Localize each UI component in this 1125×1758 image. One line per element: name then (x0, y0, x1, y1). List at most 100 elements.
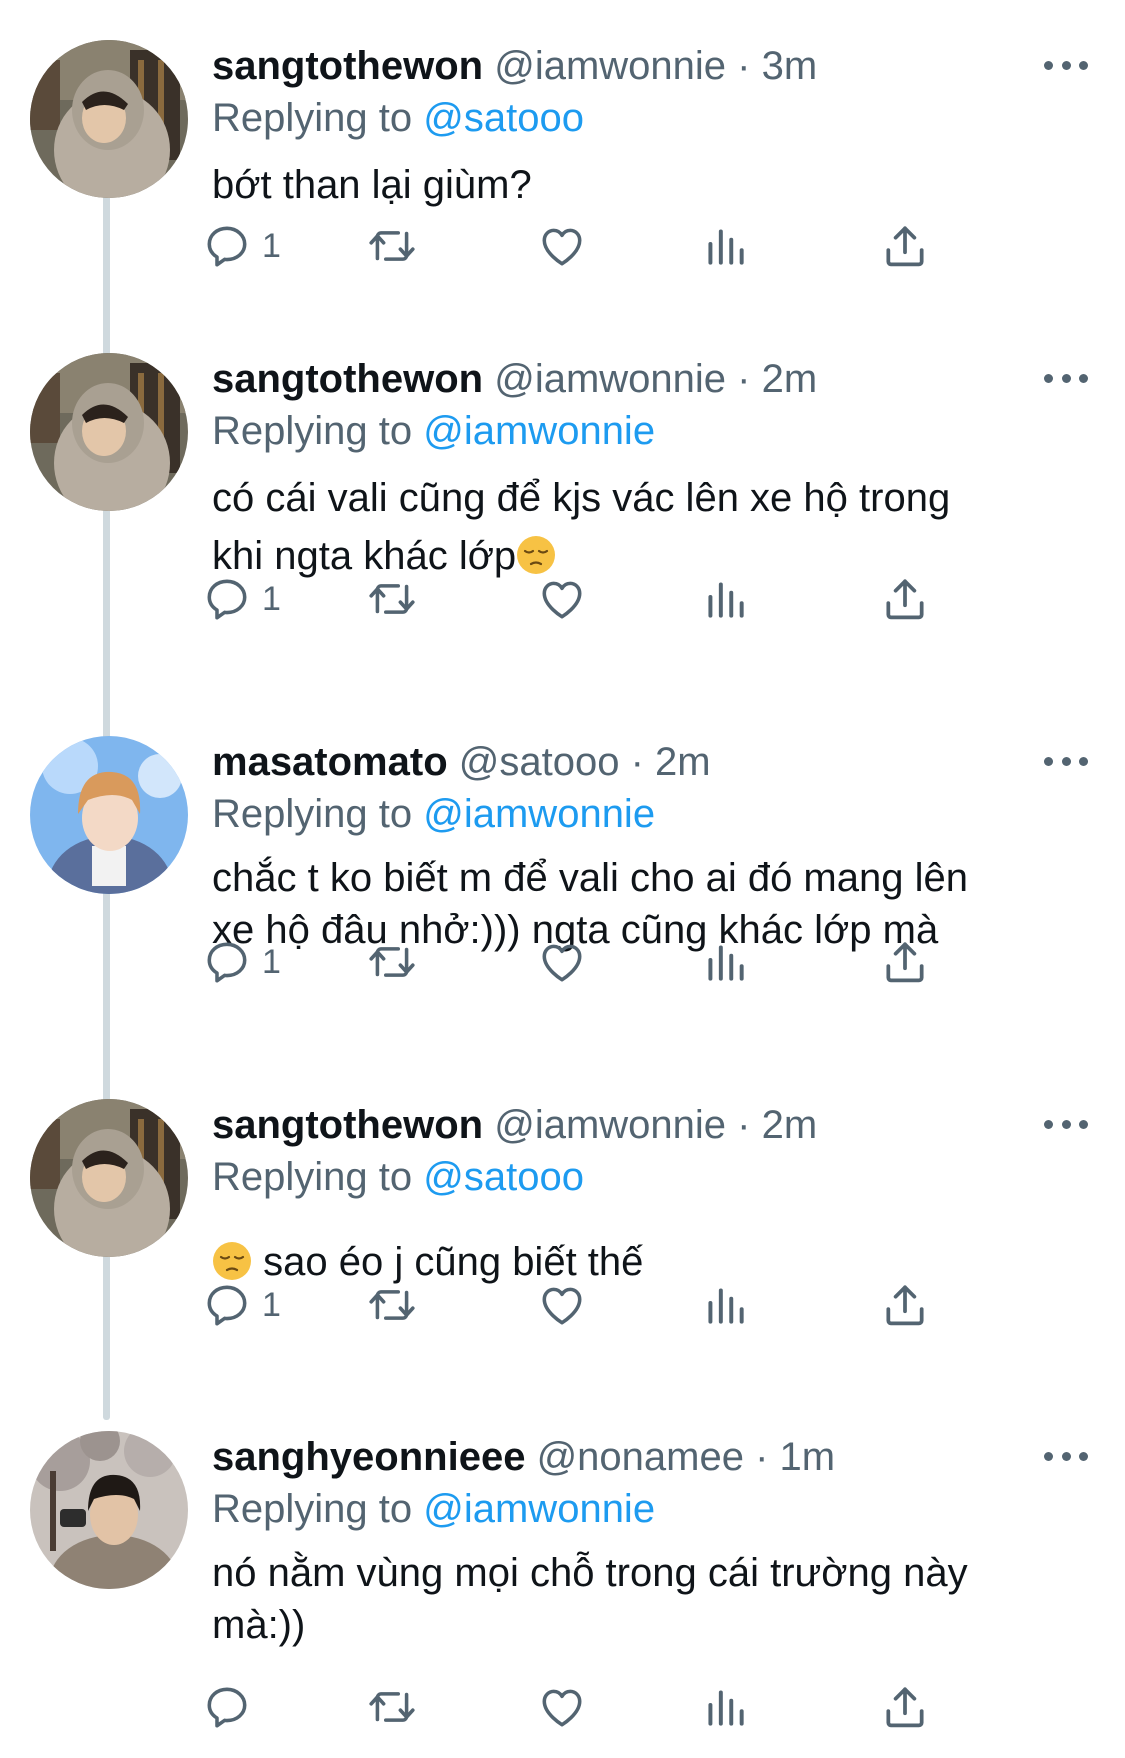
action-bar: 1 (212, 936, 1012, 988)
retweet-button[interactable] (367, 1279, 417, 1331)
like-button[interactable] (537, 1681, 587, 1733)
tweet-text-line: khi ngta khác lớp (212, 534, 517, 578)
mention-link[interactable]: @iamwonnie (423, 792, 655, 836)
tweet-header: masatomato @satooo · 2m (212, 736, 711, 788)
reply-count: 1 (262, 1285, 281, 1324)
heart-icon (537, 574, 587, 624)
views-button[interactable] (700, 936, 750, 988)
retweet-button[interactable] (367, 1681, 417, 1733)
display-name[interactable]: sangtothewon (212, 1103, 483, 1147)
user-handle[interactable]: @iamwonnie (494, 357, 726, 401)
reply-button[interactable]: 1 (202, 220, 281, 272)
share-icon (880, 1280, 930, 1330)
display-name[interactable]: sangtothewon (212, 44, 483, 88)
tweet[interactable]: masatomato @satooo · 2m Replying to @iam… (0, 736, 1125, 1076)
like-button[interactable] (537, 573, 587, 625)
views-button[interactable] (700, 220, 750, 272)
reply-button[interactable]: 1 (202, 573, 281, 625)
tweet-text-line: mà:)) (212, 1603, 306, 1647)
share-button[interactable] (880, 573, 930, 625)
heart-icon (537, 937, 587, 987)
more-icon[interactable] (1044, 365, 1088, 391)
reply-button[interactable]: 1 (202, 936, 281, 988)
tweet[interactable]: sangtothewon @iamwonnie · 3m Replying to… (0, 40, 1125, 360)
mention-link[interactable]: @satooo (423, 96, 584, 140)
mention-link[interactable]: @satooo (423, 1155, 584, 1199)
mention-link[interactable]: @iamwonnie (423, 409, 655, 453)
like-button[interactable] (537, 220, 587, 272)
user-handle[interactable]: @nonamee (537, 1435, 744, 1479)
reply-button[interactable]: 1 (202, 1279, 281, 1331)
display-name[interactable]: sangtothewon (212, 357, 483, 401)
avatar[interactable] (30, 736, 188, 894)
reply-icon (202, 574, 252, 624)
more-icon[interactable] (1044, 52, 1088, 78)
reply-count: 1 (262, 942, 281, 981)
tweet-header: sanghyeonnieee @nonamee · 1m (212, 1431, 835, 1483)
views-icon (700, 221, 750, 271)
pensive-face-emoji (212, 1241, 252, 1281)
separator-dot: · (737, 1103, 751, 1147)
more-icon[interactable] (1044, 1443, 1088, 1469)
replying-to-label: Replying to (212, 96, 413, 140)
tweet[interactable]: sanghyeonnieee @nonamee · 1m Replying to… (0, 1431, 1125, 1751)
tweet-text-line: bớt than lại giùm? (212, 163, 532, 207)
timestamp[interactable]: 1m (780, 1435, 836, 1479)
reply-icon (202, 937, 252, 987)
views-button[interactable] (700, 1681, 750, 1733)
avatar[interactable] (30, 1431, 188, 1589)
more-icon[interactable] (1044, 748, 1088, 774)
avatar[interactable] (30, 353, 188, 511)
timestamp[interactable]: 3m (762, 44, 818, 88)
timestamp[interactable]: 2m (655, 740, 711, 784)
tweet-text-line: nó nằm vùng mọi chỗ trong cái trường này (212, 1551, 968, 1595)
user-handle[interactable]: @satooo (459, 740, 620, 784)
like-button[interactable] (537, 1279, 587, 1331)
retweet-button[interactable] (367, 936, 417, 988)
tweet-text-line: chắc t ko biết m để vali cho ai đó mang … (212, 856, 968, 900)
separator-dot: · (630, 740, 644, 784)
retweet-button[interactable] (367, 220, 417, 272)
share-button[interactable] (880, 936, 930, 988)
timestamp[interactable]: 2m (762, 357, 818, 401)
display-name[interactable]: masatomato (212, 740, 448, 784)
retweet-icon (367, 1682, 417, 1732)
tweet[interactable]: sangtothewon @iamwonnie · 2m Replying to… (0, 1099, 1125, 1419)
pensive-face-emoji (516, 535, 556, 575)
replying-to-label: Replying to (212, 1487, 413, 1531)
views-button[interactable] (700, 1279, 750, 1331)
mention-link[interactable]: @iamwonnie (423, 1487, 655, 1531)
reply-button[interactable] (202, 1681, 262, 1733)
tweet-header: sangtothewon @iamwonnie · 2m (212, 353, 817, 405)
share-button[interactable] (880, 1279, 930, 1331)
display-name[interactable]: sanghyeonnieee (212, 1435, 525, 1479)
action-bar: 1 (212, 573, 1012, 625)
replying-to: Replying to @satooo (212, 1151, 584, 1203)
replying-to-label: Replying to (212, 1155, 413, 1199)
avatar[interactable] (30, 40, 188, 198)
retweet-button[interactable] (367, 573, 417, 625)
action-bar: 1 (212, 220, 1012, 272)
tweet-text: nó nằm vùng mọi chỗ trong cái trường này… (212, 1547, 1092, 1651)
views-icon (700, 1280, 750, 1330)
separator-dot: · (755, 1435, 769, 1479)
user-handle[interactable]: @iamwonnie (494, 1103, 726, 1147)
views-icon (700, 574, 750, 624)
user-handle[interactable]: @iamwonnie (494, 44, 726, 88)
replying-to: Replying to @satooo (212, 92, 584, 144)
timestamp[interactable]: 2m (762, 1103, 818, 1147)
share-button[interactable] (880, 1681, 930, 1733)
tweet-header: sangtothewon @iamwonnie · 3m (212, 40, 817, 92)
avatar[interactable] (30, 1099, 188, 1257)
like-button[interactable] (537, 936, 587, 988)
separator-dot: · (737, 44, 751, 88)
share-button[interactable] (880, 220, 930, 272)
tweet-text-line: sao éo j cũng biết thế (263, 1240, 644, 1284)
views-icon (700, 937, 750, 987)
tweet[interactable]: sangtothewon @iamwonnie · 2m Replying to… (0, 353, 1125, 713)
views-icon (700, 1682, 750, 1732)
retweet-icon (367, 937, 417, 987)
more-icon[interactable] (1044, 1111, 1088, 1137)
tweet-text: có cái vali cũng để kjs vác lên xe hộ tr… (212, 469, 1092, 585)
views-button[interactable] (700, 573, 750, 625)
